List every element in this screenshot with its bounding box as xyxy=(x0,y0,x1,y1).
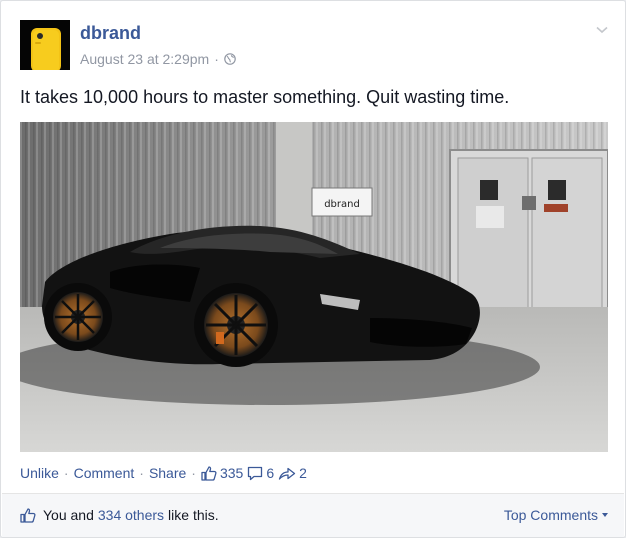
action-separator: · xyxy=(191,465,196,481)
post-timestamp[interactable]: August 23 at 2:29pm xyxy=(80,51,209,67)
share-arrow-icon xyxy=(278,467,296,480)
post-photo[interactable]: dbrand xyxy=(20,122,608,452)
like-thumb-icon xyxy=(20,507,36,523)
likes-summary-suffix: like this. xyxy=(168,507,219,523)
post-card: dbrand August 23 at 2:29pm · It takes 10… xyxy=(0,0,626,538)
share-link[interactable]: Share xyxy=(149,465,186,481)
comments-sort-dropdown[interactable]: Top Comments xyxy=(504,507,608,523)
likes-count: 335 xyxy=(219,465,244,481)
likes-others-link[interactable]: 334 others xyxy=(98,507,164,523)
comments-count-stat[interactable]: 6 xyxy=(247,465,274,481)
wall-sign-text: dbrand xyxy=(324,199,360,210)
author-name[interactable]: dbrand xyxy=(80,23,141,44)
likes-summary: You and 334 others like this. xyxy=(20,507,219,523)
shares-count: 2 xyxy=(299,465,307,481)
like-thumb-icon xyxy=(201,465,217,481)
caret-down-icon xyxy=(602,513,608,517)
comment-link[interactable]: Comment xyxy=(74,465,135,481)
likes-summary-bar: You and 334 others like this. Top Commen… xyxy=(2,493,624,537)
meta-separator: · xyxy=(214,51,219,67)
comments-sort-label: Top Comments xyxy=(503,507,598,523)
car-photo: dbrand xyxy=(20,122,608,452)
comments-count: 6 xyxy=(266,465,275,481)
action-separator: · xyxy=(139,465,144,481)
post-meta: August 23 at 2:29pm · xyxy=(80,51,236,67)
post-message: It takes 10,000 hours to master somethin… xyxy=(20,87,510,107)
action-separator: · xyxy=(63,465,69,481)
unlike-link[interactable]: Unlike xyxy=(20,465,59,481)
page-avatar[interactable] xyxy=(20,20,70,70)
comment-bubble-icon xyxy=(248,466,263,480)
likes-count-stat[interactable]: 335 xyxy=(201,465,243,481)
avatar-image xyxy=(20,20,70,70)
shares-count-stat[interactable]: 2 xyxy=(278,465,307,481)
globe-icon[interactable] xyxy=(224,53,236,65)
post-actions: Unlike · Comment · Share · 335 6 2 xyxy=(20,463,311,483)
post-options-chevron-icon[interactable] xyxy=(593,21,611,39)
likes-summary-prefix: You and xyxy=(43,507,94,523)
